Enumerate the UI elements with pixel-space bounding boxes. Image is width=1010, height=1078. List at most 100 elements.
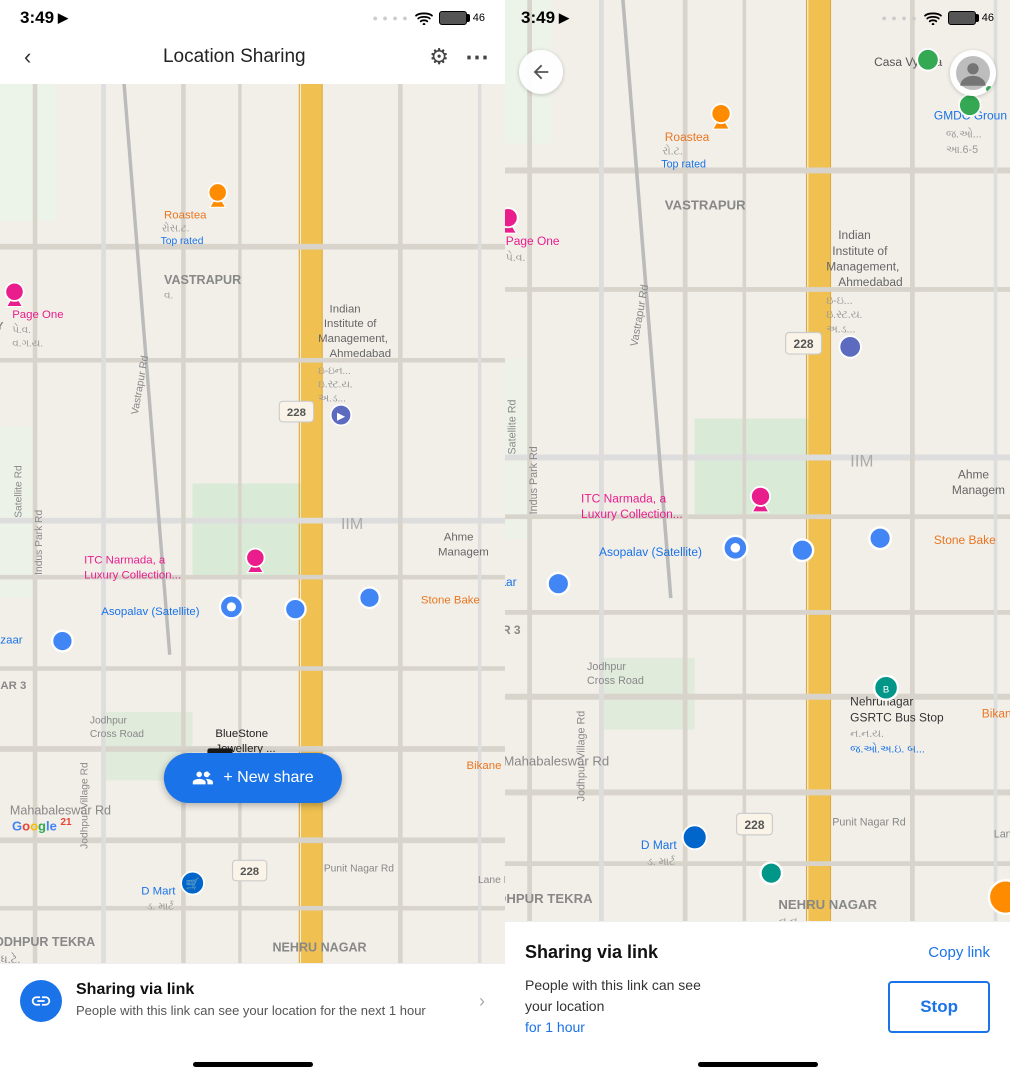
svg-text:🛒: 🛒 xyxy=(185,877,199,891)
svg-text:અ.ડ...: અ.ડ... xyxy=(826,324,855,336)
more-button[interactable]: ⋯ xyxy=(465,43,489,72)
svg-text:228: 228 xyxy=(794,337,814,351)
svg-text:Managem: Managem xyxy=(952,483,1005,497)
svg-text:228: 228 xyxy=(240,866,259,878)
svg-text:ITC Narmada, a: ITC Narmada, a xyxy=(581,491,666,505)
sharing-subtitle: People with this link can see your locat… xyxy=(76,1002,465,1020)
svg-text:Mahabaleswar Rd: Mahabaleswar Rd xyxy=(10,804,111,818)
svg-text:Jodhpur Village Rd: Jodhpur Village Rd xyxy=(80,762,91,849)
bottom-card-left[interactable]: Sharing via link People with this link c… xyxy=(0,963,505,1050)
svg-text:જ.ઓ.અ.ઇ. બ...: જ.ઓ.અ.ઇ. બ... xyxy=(850,742,925,755)
map-svg-right: 228 228 Plaza AND CIETY U VIHAR 3 વ.જ. હ… xyxy=(505,0,1010,921)
svg-text:GSRTC Bus Stop: GSRTC Bus Stop xyxy=(850,710,944,724)
wifi-icon-left xyxy=(415,12,433,25)
svg-text:Asopalav (Satellite): Asopalav (Satellite) xyxy=(599,545,702,559)
svg-text:Satellite Rd: Satellite Rd xyxy=(13,465,24,518)
settings-button[interactable]: ⚙ xyxy=(429,44,449,70)
svg-text:Lane No: Lane No xyxy=(478,875,505,886)
svg-text:ડ. માર્ટ: ડ. માર્ટ xyxy=(147,900,174,912)
svg-text:ઇ-ઇ...: ઇ-ઇ... xyxy=(826,295,852,307)
svg-text:Top rated: Top rated xyxy=(661,158,706,170)
svg-text:રોસ.ટ.: રોસ.ટ. xyxy=(162,221,190,234)
svg-text:ડ. માર્ટ: ડ. માર્ટ xyxy=(647,855,676,868)
svg-text:Roastea: Roastea xyxy=(164,210,207,222)
svg-text:Institute of: Institute of xyxy=(324,318,377,330)
svg-text:U VIHAR 3: U VIHAR 3 xyxy=(0,680,26,692)
link-icon xyxy=(30,990,52,1012)
back-button-right[interactable] xyxy=(519,50,563,94)
svg-text:Ahme: Ahme xyxy=(444,532,474,544)
bottom-card-text: Sharing via link People with this link c… xyxy=(76,981,465,1020)
svg-text:Page One: Page One xyxy=(506,234,560,248)
google-logo: Google 21 xyxy=(12,817,72,833)
svg-text:જોધ.ટે.: જોધ.ટે. xyxy=(0,953,21,963)
svg-text:ઇ-ઇન...: ઇ-ઇન... xyxy=(318,366,351,377)
stop-button[interactable]: Stop xyxy=(888,981,990,1033)
svg-text:Jodhpur Village Rd: Jodhpur Village Rd xyxy=(576,711,588,802)
svg-text:D Mart: D Mart xyxy=(141,886,176,898)
right-panel: 3:49 ▶ ● ● ● ● 46 xyxy=(505,0,1010,1078)
svg-text:Indus Park Rd: Indus Park Rd xyxy=(34,510,45,575)
time-left: 3:49 ▶ xyxy=(20,8,68,28)
svg-text:Stone Bake: Stone Bake xyxy=(934,533,996,547)
svg-text:પે.વ.: પે.વ. xyxy=(12,323,31,336)
svg-text:CIETY: CIETY xyxy=(0,320,4,332)
svg-text:Lane No: Lane No xyxy=(994,828,1010,840)
svg-text:Cross Road: Cross Road xyxy=(587,675,644,687)
desc-line1: People with this link can see xyxy=(525,977,701,993)
duration-link: for 1 hour xyxy=(525,1019,585,1035)
svg-text:ન.ન.ય.: ન.ન.ય. xyxy=(850,728,884,740)
map-area-right: 3:49 ▶ ● ● ● ● 46 xyxy=(505,0,1010,921)
svg-text:BlueStone: BlueStone xyxy=(215,728,268,740)
back-button-left[interactable]: ‹ xyxy=(16,40,39,74)
svg-text:Roastea: Roastea xyxy=(665,130,710,144)
svg-text:Satellite Rd: Satellite Rd xyxy=(506,400,518,455)
svg-text:Top rated: Top rated xyxy=(161,236,204,247)
svg-text:Institute of: Institute of xyxy=(832,244,888,258)
svg-text:Jodhpur: Jodhpur xyxy=(587,661,626,673)
svg-text:Punit Nagar Rd: Punit Nagar Rd xyxy=(832,816,906,828)
svg-text:Ahmedabad: Ahmedabad xyxy=(330,348,392,360)
location-arrow-icon: ▶ xyxy=(58,10,68,26)
page-title-left: Location Sharing xyxy=(163,46,306,68)
online-indicator xyxy=(984,84,994,94)
svg-text:Jodhpur: Jodhpur xyxy=(90,715,128,726)
left-panel: 3:49 ▶ ● ● ● ● 46 ‹ Location Sharing xyxy=(0,0,505,1078)
svg-text:પે.વ.: પે.વ. xyxy=(506,251,526,264)
location-arrow-icon-right: ▶ xyxy=(559,10,569,26)
svg-text:IIM: IIM xyxy=(850,451,873,470)
svg-text:Punit Nagar Rd: Punit Nagar Rd xyxy=(324,864,394,875)
map-area-left: 228 228 AND CIETY U VIHAR 3 વ.જ. હ3 Maha… xyxy=(0,84,505,963)
chevron-right-icon: › xyxy=(479,991,485,1012)
map-canvas-left: 228 228 AND CIETY U VIHAR 3 વ.જ. હ3 Maha… xyxy=(0,84,505,963)
svg-text:Mahabaleswar Rd: Mahabaleswar Rd xyxy=(505,754,609,769)
signal-dots-right: ● ● ● ● xyxy=(882,13,918,23)
expanded-description: People with this link can see your locat… xyxy=(525,975,701,1038)
svg-text:ઇ.સ્ટ.ય.: ઇ.સ્ટ.ય. xyxy=(826,309,862,321)
time-text-right: 3:49 xyxy=(521,8,555,28)
sharing-via-link-title: Sharing via link xyxy=(76,981,465,999)
header-bar: ‹ Location Sharing ⚙ ⋯ xyxy=(0,32,505,84)
svg-text:NEHRU NAGAR: NEHRU NAGAR xyxy=(272,941,366,955)
expanded-header: Sharing via link Copy link xyxy=(525,942,990,963)
svg-text:U VIHAR 3: U VIHAR 3 xyxy=(505,623,521,637)
svg-text:D Mart: D Mart xyxy=(641,838,678,852)
avatar-button-right[interactable] xyxy=(950,50,996,96)
svg-text:JODHPUR TEKRA: JODHPUR TEKRA xyxy=(505,891,593,906)
svg-text:Luxury Collection...: Luxury Collection... xyxy=(581,507,683,521)
svg-text:tar Bazaar: tar Bazaar xyxy=(505,575,517,589)
home-bar-right xyxy=(698,1062,818,1067)
battery-left: 46 xyxy=(439,11,485,25)
time-text: 3:49 xyxy=(20,8,54,28)
map-svg-left: 228 228 AND CIETY U VIHAR 3 વ.જ. હ3 Maha… xyxy=(0,84,505,963)
svg-text:વ.ગ.ય.: વ.ગ.ય. xyxy=(12,339,43,350)
time-right: 3:49 ▶ xyxy=(521,8,569,28)
svg-text:IIM: IIM xyxy=(341,516,363,533)
svg-text:Ahme: Ahme xyxy=(958,467,990,481)
svg-text:▶: ▶ xyxy=(337,412,345,423)
copy-link-button[interactable]: Copy link xyxy=(928,944,990,961)
home-indicator-right xyxy=(505,1050,1010,1078)
new-share-button[interactable]: + New share xyxy=(163,753,341,803)
new-share-icon xyxy=(191,767,213,789)
status-icons-right: ● ● ● ● 46 xyxy=(882,11,995,25)
